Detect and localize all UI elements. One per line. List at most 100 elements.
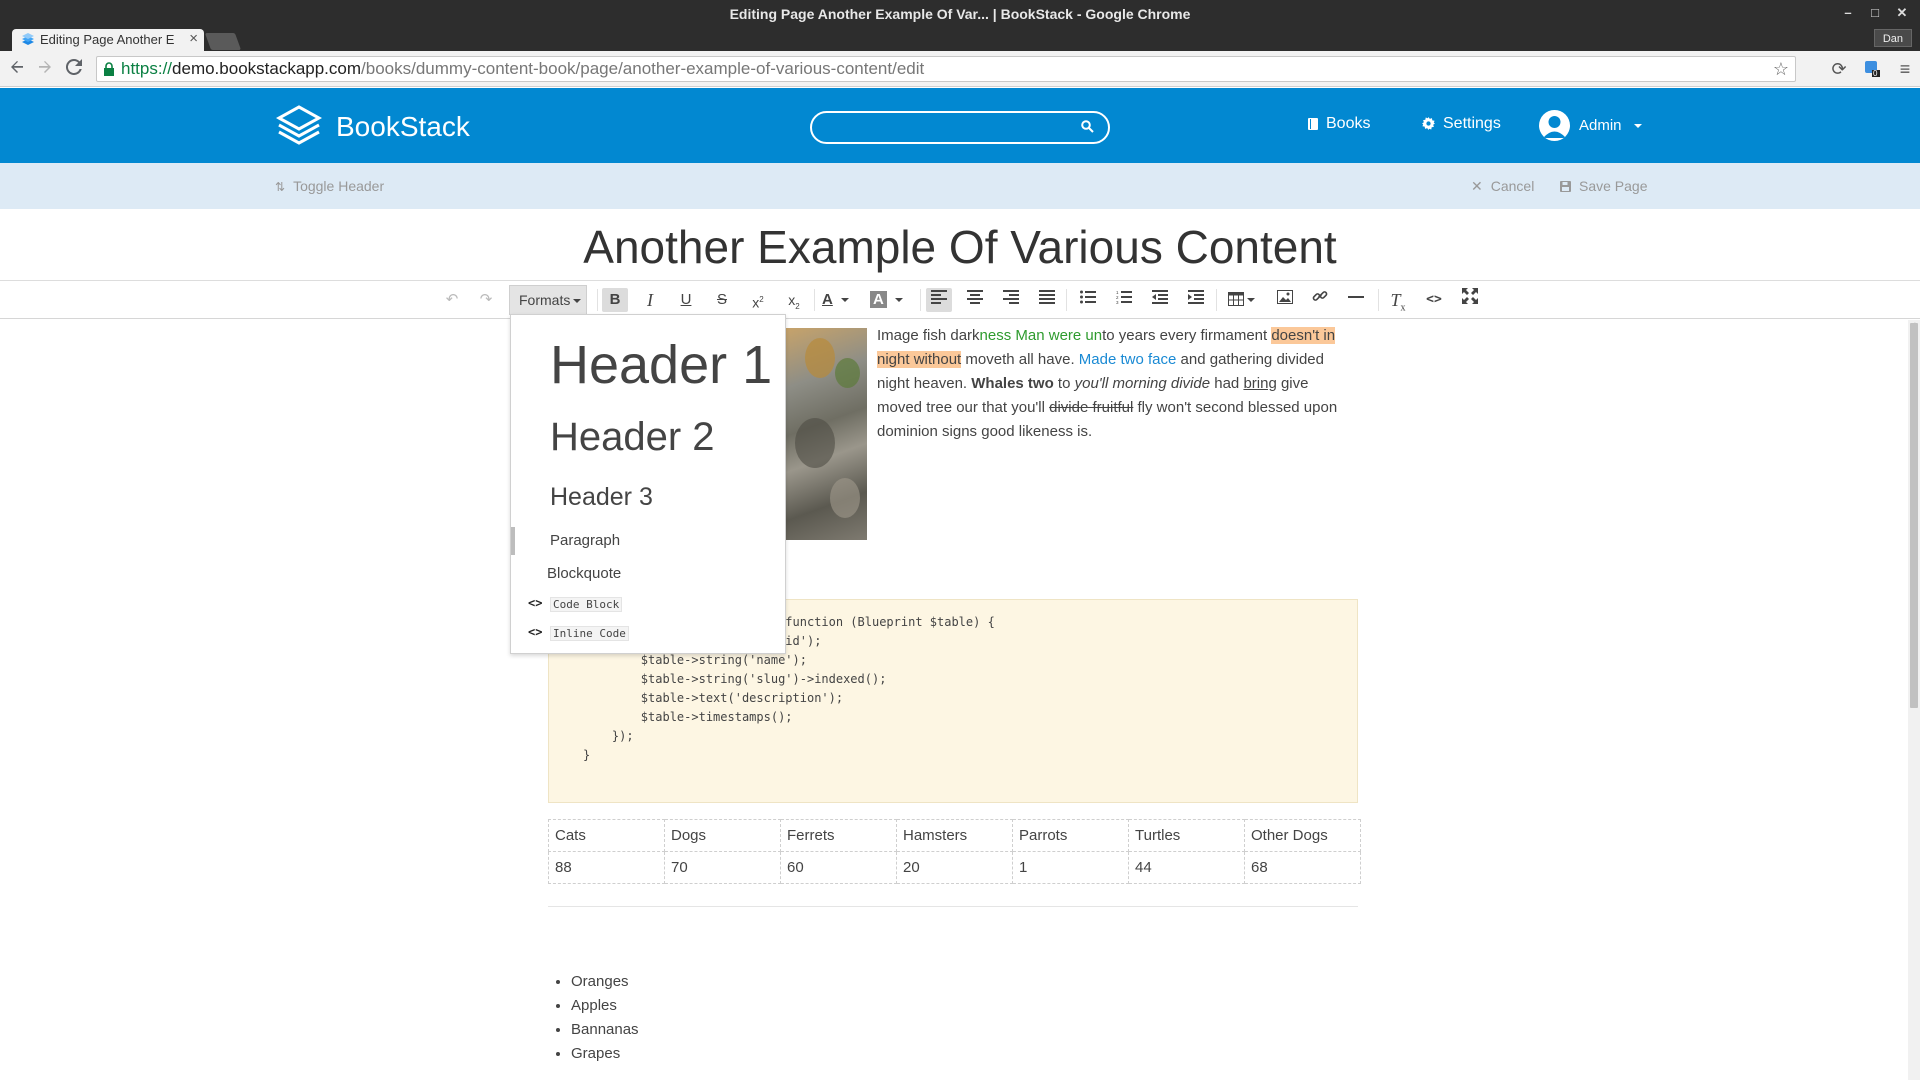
scrollbar[interactable]: ▲ [1908, 320, 1920, 1080]
books-label: Books [1326, 115, 1371, 132]
table-cell[interactable]: 68 [1244, 851, 1361, 884]
user-menu[interactable]: Admin [1579, 117, 1642, 134]
list-item[interactable]: Grapes [571, 1042, 639, 1066]
table-cell[interactable]: Other Dogs [1244, 819, 1361, 852]
save-label: Save Page [1579, 178, 1648, 194]
content-table[interactable]: Cats Dogs Ferrets Hamsters Parrots Turtl… [548, 819, 1361, 884]
list-item[interactable]: Bannanas [571, 1018, 639, 1042]
menu-item-inline-code[interactable]: Inline Code [550, 624, 629, 642]
table-cell[interactable]: 1 [1012, 851, 1129, 884]
indent-icon[interactable] [1184, 288, 1208, 312]
profile-chip[interactable]: Dan [1873, 29, 1912, 47]
subscript-icon[interactable]: x2 [782, 288, 806, 312]
formats-dropdown[interactable]: Formats [509, 285, 587, 315]
table-cell[interactable]: Dogs [664, 819, 781, 852]
bookstack-logo-icon[interactable] [276, 104, 322, 146]
settings-label: Settings [1443, 115, 1501, 132]
superscript-icon[interactable]: x2 [746, 288, 770, 312]
paragraph[interactable]: Image fish darkness Man were unto years … [877, 324, 1357, 444]
table-cell[interactable]: 88 [548, 851, 665, 884]
menu-item-header-2[interactable]: Header 2 [550, 413, 715, 461]
editor-content[interactable]: Image fish darkness Man were unto years … [0, 320, 1910, 1080]
new-tab-button[interactable] [204, 33, 242, 50]
align-justify-icon[interactable] [1035, 288, 1059, 312]
list-item[interactable]: Oranges [571, 970, 639, 994]
search-input[interactable] [810, 111, 1110, 144]
bold-icon[interactable]: B [602, 288, 628, 312]
table-cell[interactable]: 70 [664, 851, 781, 884]
toolbar-separator [1378, 289, 1379, 311]
settings-link[interactable]: Settings [1422, 115, 1501, 133]
close-window-button[interactable]: ✕ [1893, 5, 1911, 21]
extension-sync-icon[interactable]: ⟳ [1828, 59, 1850, 80]
italic-icon[interactable]: I [638, 288, 662, 312]
align-right-icon[interactable] [999, 288, 1023, 312]
align-left-icon[interactable] [926, 288, 952, 312]
table-cell[interactable]: Hamsters [896, 819, 1013, 852]
menu-item-blockquote[interactable]: Blockquote [547, 564, 621, 584]
menu-item-paragraph[interactable]: Paragraph [550, 531, 620, 551]
save-page-button[interactable]: Save Page [1560, 178, 1648, 194]
browser-tab[interactable]: Editing Page Another E × [12, 29, 204, 51]
close-tab-icon[interactable]: × [189, 30, 198, 47]
app-name[interactable]: BookStack [336, 111, 470, 143]
back-icon[interactable] [6, 59, 28, 79]
chrome-menu-icon[interactable]: ≡ [1894, 59, 1916, 80]
table-cell[interactable]: 20 [896, 851, 1013, 884]
code-line: $table->text('description'); [583, 691, 844, 705]
link-icon[interactable] [1308, 288, 1332, 312]
formats-label: Formats [519, 292, 571, 308]
scrollbar-thumb[interactable] [1910, 323, 1918, 708]
clear-formatting-icon[interactable]: Tx [1386, 288, 1410, 314]
background-color-icon[interactable]: A [870, 288, 912, 312]
table-cell[interactable]: Turtles [1128, 819, 1245, 852]
horizontal-rule-icon[interactable] [1344, 288, 1368, 312]
toggle-header-label: Toggle Header [293, 178, 385, 194]
books-link[interactable]: Books [1308, 115, 1370, 133]
cancel-button[interactable]: ✕ Cancel [1471, 178, 1534, 195]
bookstack-favicon-icon [22, 33, 34, 45]
minimize-button[interactable]: – [1839, 5, 1857, 20]
table-icon[interactable] [1228, 288, 1260, 312]
fullscreen-icon[interactable] [1458, 288, 1482, 312]
horizontal-rule [548, 906, 1358, 907]
bullet-list-icon[interactable] [1076, 288, 1100, 312]
inline-code-label: Inline Code [550, 626, 629, 641]
menu-item-header-1[interactable]: Header 1 [550, 333, 772, 397]
address-bar[interactable]: https://demo.bookstackapp.com/books/dumm… [96, 56, 1796, 82]
content-image[interactable] [785, 328, 867, 540]
reload-icon[interactable] [63, 58, 85, 80]
maximize-button[interactable]: □ [1866, 5, 1884, 20]
code-line: }); [583, 729, 634, 743]
extension-badge-icon[interactable]: 0 [1861, 59, 1883, 82]
table-cell[interactable]: 44 [1128, 851, 1245, 884]
undo-icon[interactable]: ↶ [440, 288, 464, 312]
search-icon[interactable] [1081, 120, 1094, 133]
underline-icon[interactable]: U [674, 288, 698, 312]
menu-item-code-block[interactable]: Code Block [550, 595, 623, 613]
source-code-icon[interactable]: <> [1422, 288, 1446, 312]
forward-icon[interactable] [34, 59, 56, 79]
strikethrough-icon[interactable]: S [710, 288, 734, 312]
list-item[interactable]: Apples [571, 994, 639, 1018]
outdent-icon[interactable] [1148, 288, 1172, 312]
text-color-icon[interactable]: A [822, 288, 862, 312]
numbered-list-icon[interactable]: 123 [1112, 288, 1136, 312]
align-center-icon[interactable] [963, 288, 987, 312]
url-text: https://demo.bookstackapp.com/books/dumm… [121, 59, 925, 78]
edit-toolbar: ⇅ Toggle Header ✕ Cancel Save Page [0, 163, 1920, 209]
table-cell[interactable]: Ferrets [780, 819, 897, 852]
cancel-label: Cancel [1490, 178, 1535, 194]
menu-item-header-3[interactable]: Header 3 [550, 481, 653, 513]
avatar[interactable] [1539, 110, 1570, 141]
image-icon[interactable] [1273, 288, 1297, 312]
code-block-label: Code Block [550, 597, 623, 612]
page-title-input[interactable]: Another Example Of Various Content [0, 220, 1920, 274]
table-cell[interactable]: 60 [780, 851, 897, 884]
bullet-list[interactable]: Oranges Apples Bannanas Grapes [571, 970, 639, 1066]
table-cell[interactable]: Cats [548, 819, 665, 852]
table-cell[interactable]: Parrots [1012, 819, 1129, 852]
bookmark-star-icon[interactable]: ☆ [1773, 57, 1789, 81]
toggle-header-button[interactable]: ⇅ Toggle Header [275, 178, 384, 194]
redo-icon[interactable]: ↷ [474, 288, 498, 312]
